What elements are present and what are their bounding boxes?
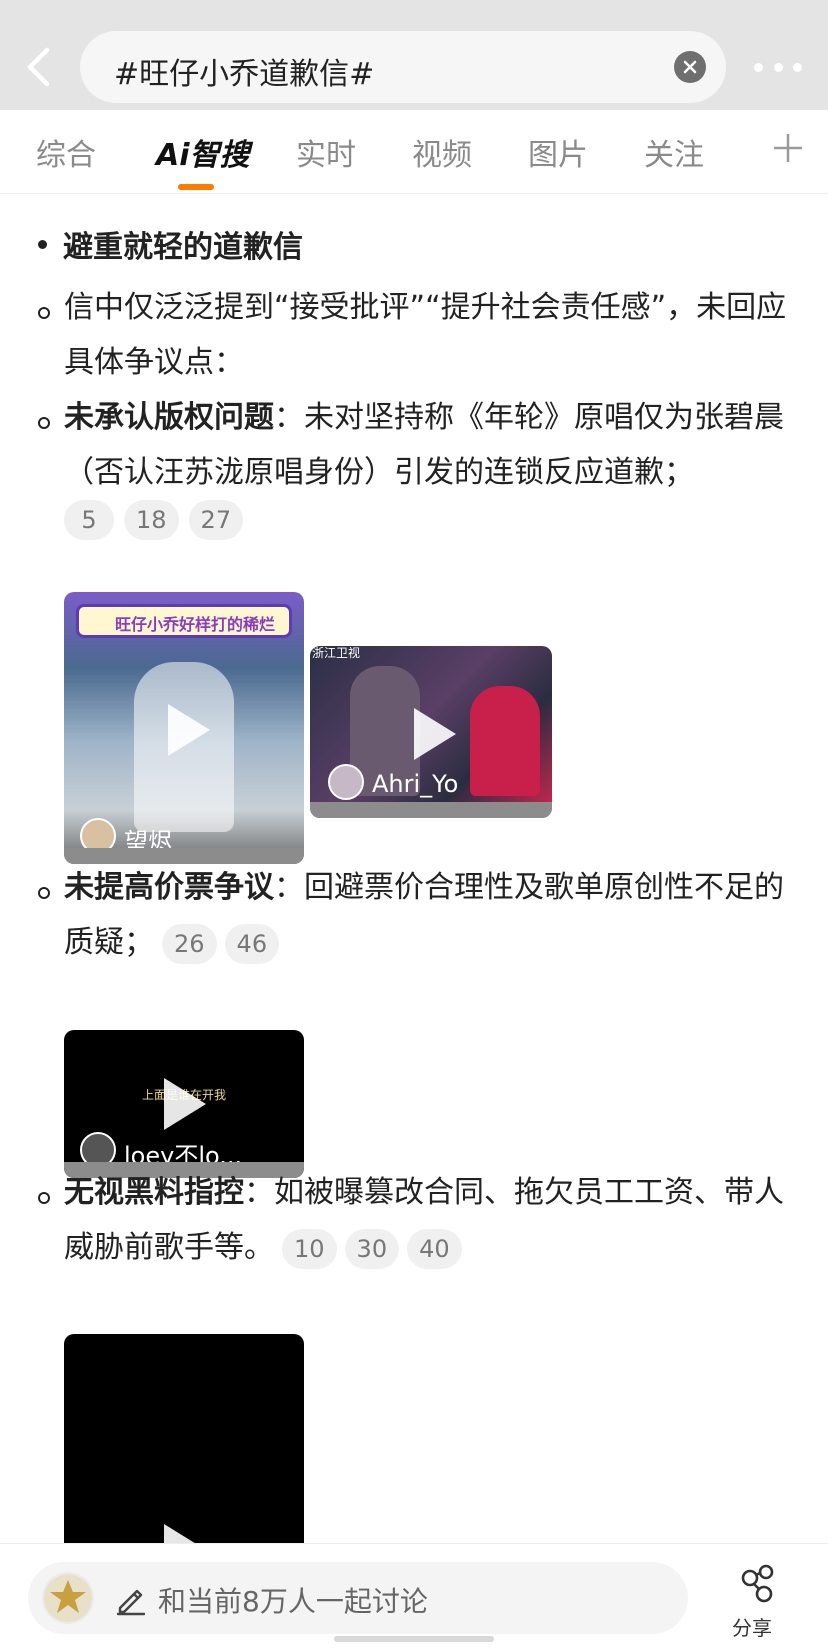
section-heading: 避重就轻的道歉信 xyxy=(38,222,303,266)
add-tab-icon[interactable] xyxy=(772,130,804,166)
heading-text: 避重就轻的道歉信 xyxy=(63,230,303,265)
avatar-image-icon xyxy=(44,1574,92,1622)
point-title: 未提高价票争议 xyxy=(64,870,274,905)
sub-bullet-icon xyxy=(38,1192,50,1204)
person-figure xyxy=(470,686,540,796)
search-tabs: 综合 Ai智搜 实时 视频 图片 关注 xyxy=(0,110,828,194)
play-icon xyxy=(414,708,456,760)
more-dot-icon xyxy=(754,62,763,72)
home-indicator xyxy=(334,1636,494,1642)
sub-bullet-icon xyxy=(38,307,50,319)
clear-search-button[interactable] xyxy=(674,51,706,83)
more-dot-icon xyxy=(793,62,802,72)
search-input[interactable]: #旺仔小乔道歉信# xyxy=(80,31,726,103)
tab-realtime[interactable]: 实时 xyxy=(296,130,356,174)
sub-bullet-icon xyxy=(38,887,50,899)
active-tab-indicator xyxy=(178,184,214,190)
tab-video[interactable]: 视频 xyxy=(412,130,472,174)
video-thumbnail[interactable]: 浙江卫视 Ahri_Yo xyxy=(310,646,552,818)
tab-images[interactable]: 图片 xyxy=(528,130,588,174)
point-title: 无视黑料指控 xyxy=(64,1175,244,1210)
share-button[interactable]: 分享 xyxy=(728,1562,788,1646)
video-progress-bar xyxy=(310,802,552,818)
reference-chip[interactable]: 30 xyxy=(344,1228,400,1269)
more-dot-icon xyxy=(773,62,783,72)
reference-chip[interactable]: 40 xyxy=(407,1228,462,1269)
reference-chip[interactable]: 18 xyxy=(124,500,179,540)
bottom-bar: 和当前8万人一起讨论 分享 xyxy=(0,1543,828,1651)
reference-chip[interactable]: 27 xyxy=(188,500,244,540)
search-query[interactable]: #旺仔小乔道歉信# xyxy=(114,49,374,93)
avatar xyxy=(328,764,364,800)
chevron-left-icon xyxy=(27,47,50,87)
close-icon xyxy=(683,60,697,74)
pencil-icon xyxy=(116,1589,146,1616)
tab-ai-search[interactable]: Ai智搜 xyxy=(156,130,250,174)
reference-chips: 5 18 27 xyxy=(64,500,244,540)
reference-chip[interactable]: 46 xyxy=(224,923,280,964)
share-icon xyxy=(741,1564,774,1603)
video-thumbnail[interactable]: 旺仔小乔好样打的稀烂 望烬 xyxy=(64,592,304,864)
reference-chip[interactable]: 5 xyxy=(64,500,114,540)
reference-chip[interactable]: 26 xyxy=(162,923,217,964)
tab-following[interactable]: 关注 xyxy=(644,130,704,174)
sub-bullet-icon xyxy=(38,417,50,429)
play-icon xyxy=(168,704,210,756)
back-button[interactable] xyxy=(18,42,58,92)
discussion-input[interactable]: 和当前8万人一起讨论 xyxy=(28,1562,688,1634)
video-thumbnail[interactable]: 上面是谁在开我 loey不lo... xyxy=(64,1030,304,1178)
play-icon xyxy=(164,1078,206,1130)
channel-label: 浙江卫视 xyxy=(312,646,361,660)
copyright-point: 未承认版权问题：未对坚持称《年轮》原唱仅为张碧晨（否认汪苏泷原唱身份）引发的连锁… xyxy=(64,390,804,500)
intro-paragraph: 信中仅泛泛提到“接受批评”“提升社会责任感”，未回应具体争议点： xyxy=(64,290,787,380)
tab-comprehensive[interactable]: 综合 xyxy=(36,130,96,174)
user-avatar xyxy=(42,1572,94,1624)
share-label: 分享 xyxy=(732,1616,772,1640)
more-options-button[interactable] xyxy=(754,54,802,80)
bullet-dot-icon xyxy=(38,239,47,249)
video-thumbnail[interactable] xyxy=(64,1334,304,1554)
search-header: #旺仔小乔道歉信# xyxy=(0,0,828,110)
point-title: 未承认版权问题 xyxy=(64,400,274,435)
scandal-point: 无视黑料指控：如被曝篡改合同、拖欠员工工资、带人威胁前歌手等。 10 30 40 xyxy=(64,1165,804,1275)
discussion-placeholder: 和当前8万人一起讨论 xyxy=(158,1585,428,1618)
reference-chip[interactable]: 10 xyxy=(282,1228,337,1269)
video-title-banner: 旺仔小乔好样打的稀烂 xyxy=(76,604,292,638)
ticket-price-point: 未提高价票争议：回避票价合理性及歌单原创性不足的质疑； 26 46 xyxy=(64,860,804,970)
video-author: Ahri_Yo xyxy=(372,770,459,798)
video-title-text: 旺仔小乔好样打的稀烂 xyxy=(115,615,276,634)
